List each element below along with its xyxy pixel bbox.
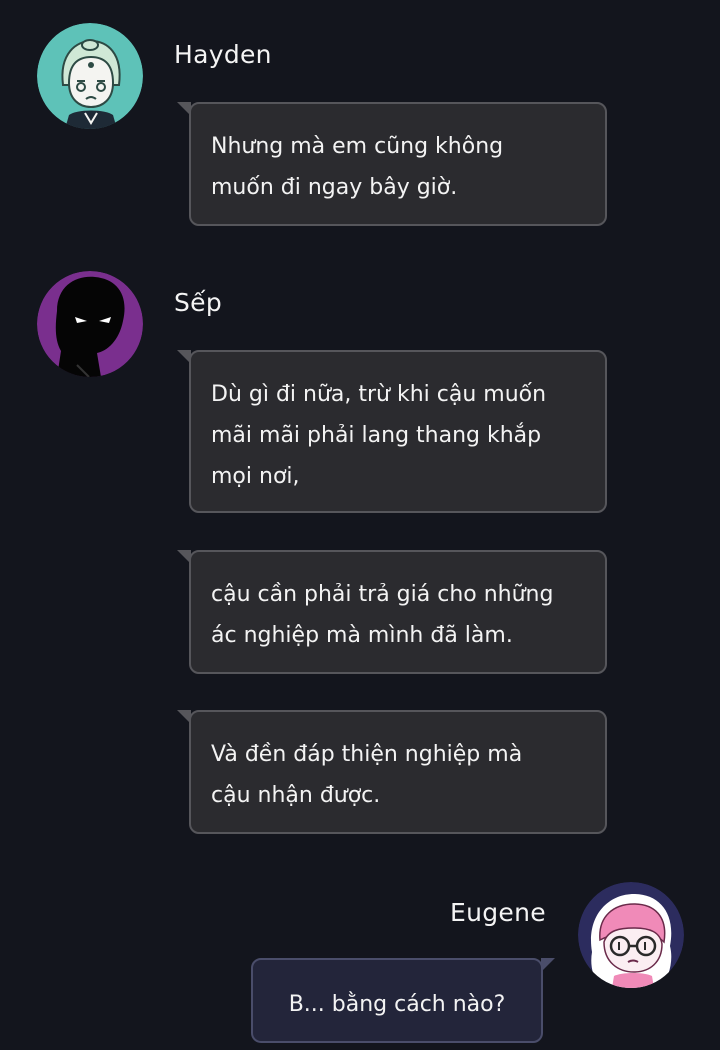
sender-name-eugene: Eugene xyxy=(450,898,546,927)
message-bubble-boss-1: Dù gì đi nữa, trừ khi cậu muốn mãi mãi p… xyxy=(177,350,607,513)
eugene-avatar-icon xyxy=(578,882,684,988)
sender-name-hayden: Hayden xyxy=(174,40,272,69)
message-bubble-boss-3: Và đền đáp thiện nghiệp mà cậu nhận được… xyxy=(177,710,607,834)
message-line: muốn đi ngay bây giờ. xyxy=(211,175,458,200)
message-line: Dù gì đi nữa, trừ khi cậu muốn xyxy=(211,382,547,407)
hayden-avatar-icon xyxy=(37,23,143,129)
message-bubble-hayden: Nhưng mà em cũng không muốn đi ngay bây … xyxy=(177,102,607,226)
message-line: Và đền đáp thiện nghiệp mà xyxy=(211,742,523,767)
message-line: cậu cần phải trả giá cho những xyxy=(211,582,554,607)
message-line: mãi mãi phải lang thang khắp xyxy=(211,423,542,448)
boss-avatar-icon xyxy=(37,271,143,377)
message-line: B... bằng cách nào? xyxy=(288,992,506,1017)
sender-name-boss: Sếp xyxy=(174,288,223,317)
message-line: mọi nơi, xyxy=(211,464,300,489)
message-line: Nhưng mà em cũng không xyxy=(211,134,504,159)
avatar-hayden xyxy=(37,23,143,129)
message-bubble-boss-2: cậu cần phải trả giá cho những ác nghiệp… xyxy=(177,550,607,674)
avatar-eugene xyxy=(578,882,684,988)
message-bubble-eugene: B... bằng cách nào? xyxy=(251,958,555,1043)
message-line: cậu nhận được. xyxy=(211,783,381,808)
avatar-boss xyxy=(37,271,143,377)
message-line: ác nghiệp mà mình đã làm. xyxy=(211,623,513,648)
